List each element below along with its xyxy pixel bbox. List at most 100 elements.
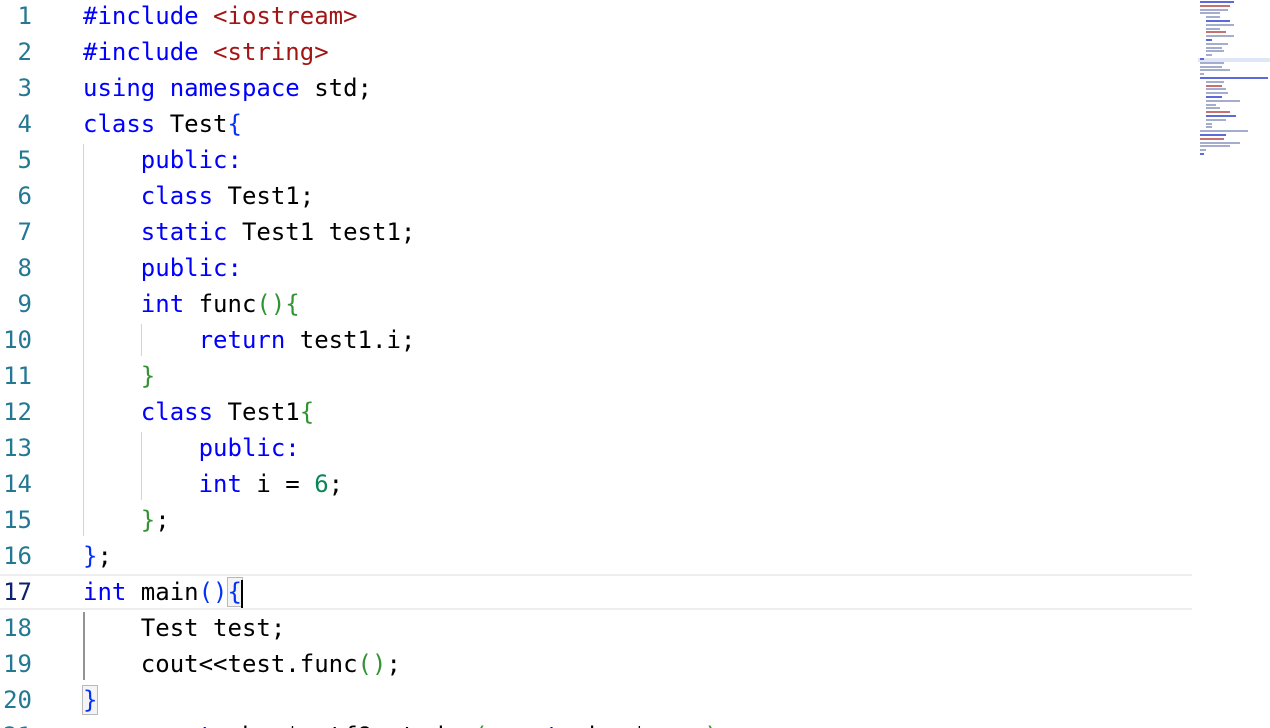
code-text: class Test1{ — [83, 394, 314, 430]
code-line[interactable]: 11 } — [0, 358, 1192, 394]
line-number: 16 — [3, 542, 32, 570]
minimap-line — [1200, 4, 1230, 7]
minimap-line — [1200, 134, 1226, 136]
code-line[interactable]: 8 public: — [0, 250, 1192, 286]
minimap-line — [1206, 50, 1224, 53]
code-token: } — [83, 542, 98, 570]
code-token: ; — [386, 650, 401, 678]
minimap-line — [1206, 107, 1220, 110]
code-token: test1.i; — [285, 326, 416, 354]
code-token: int — [83, 578, 127, 606]
code-token: std; — [299, 74, 372, 102]
code-line[interactable]: 9 int func(){ — [0, 286, 1192, 322]
code-token: class — [140, 182, 214, 210]
code-line[interactable]: 15 }; — [0, 502, 1192, 538]
code-token: public: — [140, 254, 242, 282]
code-token: int — [140, 290, 185, 318]
code-token: static — [140, 218, 228, 246]
code-token: int — [198, 470, 242, 498]
line-number: 20 — [3, 686, 32, 714]
code-text: cout<<test.func(); — [83, 646, 401, 682]
line-number: 15 — [3, 506, 32, 534]
code-line[interactable]: 19 cout<<test.func(); — [0, 646, 1192, 682]
code-line[interactable]: 20} — [0, 682, 1192, 718]
minimap-line — [1206, 92, 1228, 95]
code-line[interactable]: 4 class Test{ — [0, 106, 1192, 142]
code-token: cout<<test.func — [83, 650, 358, 678]
minimap-line — [1206, 122, 1212, 125]
code-text: Test test; — [83, 610, 286, 646]
code-text: public: — [83, 142, 242, 178]
code-line[interactable]: 10 return test1.i; — [0, 322, 1192, 358]
code-token: } — [140, 506, 156, 534]
line-number: 18 — [3, 614, 32, 642]
code-line[interactable]: 1 #include <iostream> — [0, 0, 1192, 34]
code-text: } — [81, 682, 99, 718]
minimap-line — [1206, 23, 1234, 26]
code-line[interactable]: 16}; — [0, 538, 1192, 574]
code-token: using — [83, 74, 156, 102]
code-token: ) — [704, 722, 718, 728]
code-token: ; — [97, 542, 112, 570]
code-editor[interactable]: 1 #include <iostream> 2 #include <string> 3 u… — [0, 0, 1270, 728]
code-token: (){ — [256, 290, 300, 318]
code-line[interactable]: 13 public: — [0, 430, 1192, 466]
code-text: } — [83, 358, 155, 394]
code-token: Test1; — [213, 182, 315, 210]
code-token: class — [83, 110, 156, 138]
code-token: ; — [155, 506, 170, 534]
minimap-line — [1200, 153, 1204, 155]
minimap-line — [1200, 1, 1234, 3]
code-line[interactable]: 21 const char* utf8_strdup(const char* s… — [0, 718, 1192, 728]
line-number: 9 — [17, 290, 32, 318]
code-line[interactable]: 14 int i = 6; — [0, 466, 1192, 502]
minimap-line — [1206, 35, 1234, 38]
code-token: { — [227, 110, 242, 138]
code-token: 6 — [314, 470, 329, 498]
code-line[interactable]: 2 #include <string> — [0, 34, 1192, 70]
code-token: public: — [140, 146, 242, 174]
line-number: 13 — [3, 434, 32, 462]
code-line[interactable]: 17 int main(){ — [0, 574, 1192, 610]
code-token: ( — [473, 722, 487, 728]
code-token: public: — [198, 434, 300, 462]
code-line[interactable]: 3 using namespace std; — [0, 70, 1192, 106]
code-text: int func(){ — [83, 286, 300, 322]
code-token: char* src — [560, 722, 704, 728]
code-token: () — [357, 650, 387, 678]
code-text: return test1.i; — [83, 322, 416, 358]
code-line[interactable]: 18 Test test; — [0, 610, 1192, 646]
code-token: } — [81, 685, 99, 715]
code-text: }; — [83, 502, 170, 538]
minimap-line — [1206, 27, 1220, 30]
minimap-line — [1200, 149, 1206, 152]
code-token: #include — [83, 2, 214, 30]
minimap-line — [1206, 54, 1212, 57]
code-text: int i = 6; — [83, 466, 344, 502]
minimap-line — [1200, 65, 1222, 68]
code-line[interactable]: 5 public: — [0, 142, 1192, 178]
code-token: <iostream> — [213, 2, 358, 30]
line-number: 6 — [17, 182, 32, 210]
indent-guide — [140, 432, 142, 500]
code-token: i = — [241, 470, 315, 498]
minimap-line — [1206, 39, 1212, 41]
code-token: const — [488, 722, 560, 728]
code-text: #include <string> — [83, 34, 329, 70]
minimap[interactable] — [1198, 0, 1270, 170]
minimap-line — [1200, 145, 1230, 148]
code-token: class — [140, 398, 214, 426]
text-cursor — [240, 580, 243, 608]
indent-guide — [83, 144, 84, 536]
minimap-line — [1200, 73, 1204, 76]
code-line[interactable]: 7 static Test1 test1; — [0, 214, 1192, 250]
code-text: const char* utf8_strdup(const char* src) — [83, 718, 719, 728]
code-token: Test — [155, 110, 228, 138]
code-token: namespace — [169, 74, 300, 102]
code-line[interactable]: 6 class Test1; — [0, 178, 1192, 214]
code-line[interactable]: 12 class Test1{ — [0, 394, 1192, 430]
